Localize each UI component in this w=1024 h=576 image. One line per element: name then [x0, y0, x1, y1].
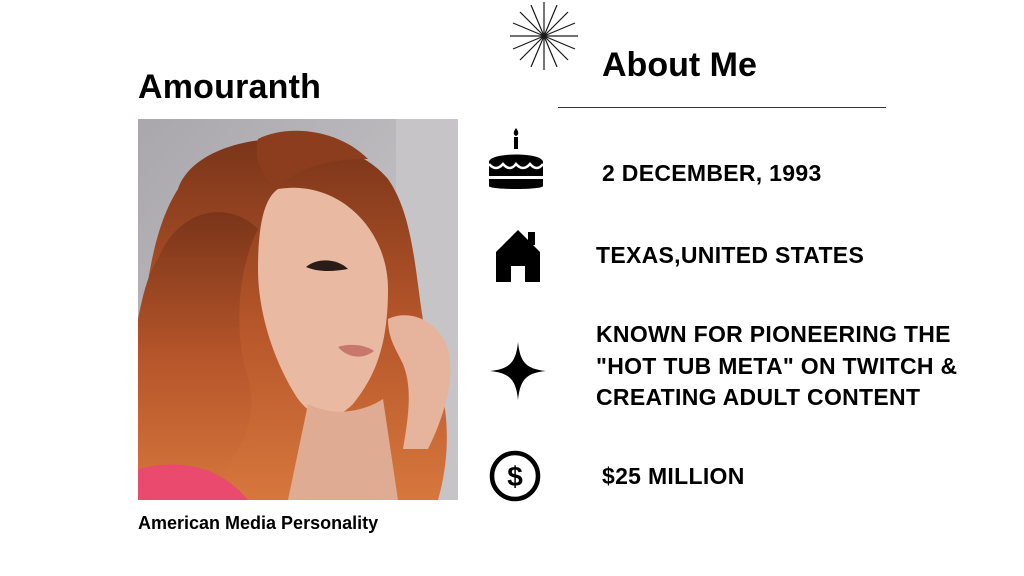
birthday-cake-icon: [488, 128, 544, 189]
fact-birthdate: 2 DECEMBER, 1993: [602, 160, 822, 186]
fact-known-for-line-3: CREATING ADULT CONTENT: [596, 384, 921, 411]
heading-divider: [558, 107, 886, 108]
fact-net-worth: $25 MILLION: [602, 463, 745, 489]
svg-text:$: $: [507, 461, 523, 492]
sparkle-star-icon: [490, 342, 546, 400]
house-icon: [496, 230, 540, 282]
fact-location: TEXAS,UNITED STATES: [596, 242, 865, 268]
section-heading: About Me: [602, 46, 757, 84]
fact-known-for: KNOWN FOR PIONEERING THE "HOT TUB META" …: [596, 319, 957, 414]
dollar-coin-icon: $: [489, 450, 541, 502]
profile-name: Amouranth: [138, 68, 322, 106]
profile-photo: [138, 119, 458, 500]
fact-known-for-line-1: KNOWN FOR PIONEERING THE: [596, 321, 951, 347]
fact-known-for-line-2: "HOT TUB META" ON TWITCH &: [596, 352, 958, 379]
caption: American Media Personality: [138, 513, 379, 533]
starburst-decoration: [510, 2, 578, 70]
